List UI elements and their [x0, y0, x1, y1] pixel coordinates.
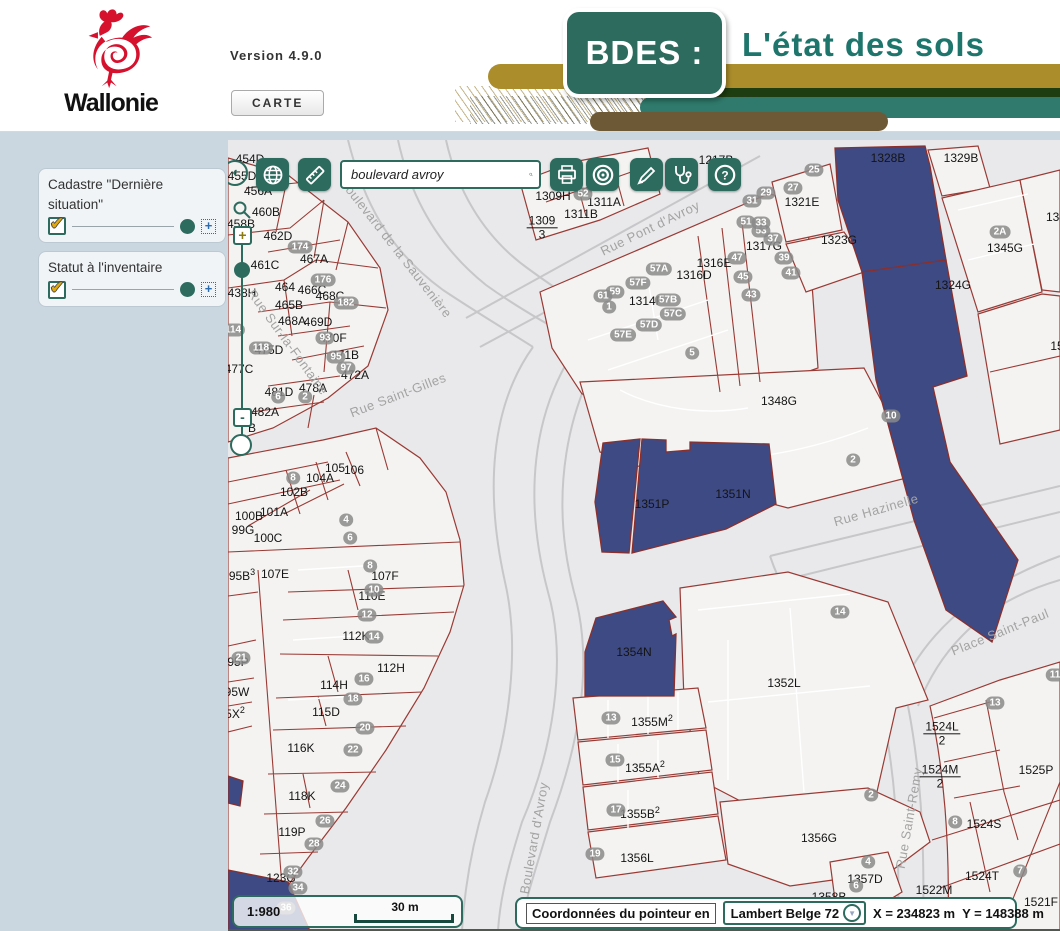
y-value: 148388 m — [985, 906, 1044, 921]
locate-icon — [590, 162, 616, 188]
layer-panel-cadastre: Cadastre "Dernière situation" ✔ + — [38, 168, 226, 243]
scalebar: 30 m — [354, 900, 456, 923]
help-button[interactable]: ? — [708, 158, 741, 191]
layer-title: Statut à l'inventaire — [48, 258, 216, 278]
brand-title: L'état des sols — [742, 26, 985, 64]
layers-sidebar: Cadastre "Dernière situation" ✔ + Statut… — [0, 132, 228, 931]
opacity-slider-track[interactable] — [72, 226, 174, 227]
app-body: Cadastre "Dernière situation" ✔ + Statut… — [0, 132, 1060, 931]
help-icon: ? — [712, 162, 738, 188]
stethoscope-icon — [670, 163, 694, 187]
layer-expand-button[interactable]: + — [201, 282, 216, 297]
bdes-badge: BDES : — [563, 8, 726, 98]
layer-expand-button[interactable]: + — [201, 219, 216, 234]
search-icon[interactable] — [529, 165, 533, 184]
draw-button[interactable] — [630, 158, 663, 191]
print-button[interactable] — [550, 158, 583, 191]
scale-box: 1:980 30 m — [232, 895, 463, 928]
svg-text:?: ? — [721, 168, 728, 182]
carte-button[interactable]: CARTE — [231, 90, 324, 116]
map-container[interactable]: 454D455D456A460B458B462D461C467A438H4644… — [228, 140, 1060, 931]
zoom-slider-handle[interactable] — [234, 262, 250, 278]
pointer-coordinates-box: Coordonnées du pointeur en Lambert Belge… — [515, 897, 1017, 929]
globe-icon — [261, 163, 285, 187]
measure-icon — [303, 163, 327, 187]
zoom-box-icon[interactable] — [232, 200, 252, 220]
opacity-slider-handle[interactable] — [180, 219, 195, 234]
measure-button[interactable] — [298, 158, 331, 191]
layer-panel-inventaire: Statut à l'inventaire ✔ + — [38, 251, 226, 307]
x-label: X = — [873, 906, 893, 921]
zoom-slider-end[interactable] — [230, 434, 252, 456]
bdes-app: Wallonie Version 4.9.0 CARTE BDES : L'ét… — [0, 0, 1060, 931]
zoom-in-button[interactable]: + — [233, 226, 252, 245]
print-icon — [555, 163, 579, 187]
checkmark-icon: ✔ — [50, 217, 64, 231]
layer-checkbox[interactable]: ✔ — [48, 217, 66, 235]
crs-selector[interactable]: Lambert Belge 72 ▼ — [723, 901, 866, 925]
chevron-down-icon[interactable]: ▼ — [843, 904, 861, 922]
opacity-slider-handle[interactable] — [180, 282, 195, 297]
cadastral-map[interactable] — [228, 140, 1060, 931]
wallonie-logo[interactable]: Wallonie — [36, 6, 186, 118]
opacity-slider-track[interactable] — [72, 289, 174, 290]
version-label: Version 4.9.0 — [230, 48, 323, 63]
globe-button[interactable] — [256, 158, 289, 191]
x-value: 234823 m — [897, 906, 956, 921]
map-search — [340, 160, 541, 189]
scalebar-line — [354, 914, 454, 923]
zoom-out-button[interactable]: - — [233, 408, 252, 427]
locate-button[interactable] — [586, 158, 619, 191]
banner-stripe-brown — [590, 112, 888, 131]
layer-title: Cadastre "Dernière situation" — [48, 175, 216, 214]
diagnostic-button[interactable] — [665, 158, 698, 191]
logo-wordmark: Wallonie — [36, 89, 186, 118]
rooster-icon — [63, 6, 159, 90]
crs-value: Lambert Belge 72 — [731, 906, 839, 921]
layer-checkbox[interactable]: ✔ — [48, 281, 66, 299]
bdes-badge-text: BDES : — [586, 34, 704, 72]
search-input[interactable] — [351, 167, 529, 182]
app-header: Wallonie Version 4.9.0 CARTE BDES : L'ét… — [0, 0, 1060, 132]
scalebar-label: 30 m — [354, 900, 456, 914]
y-label: Y = — [962, 906, 982, 921]
draw-icon — [635, 163, 659, 187]
checkmark-icon: ✔ — [50, 281, 64, 295]
coords-label: Coordonnées du pointeur en — [526, 903, 716, 924]
scale-ratio: 1:980 — [247, 904, 280, 919]
